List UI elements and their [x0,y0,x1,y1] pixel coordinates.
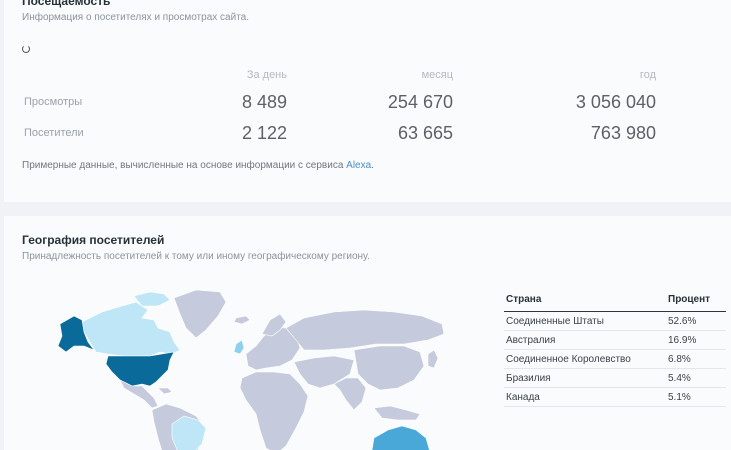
note-text: Примерные данные, вычисленные на основе … [22,160,347,171]
map-region-canada[interactable] [81,301,181,357]
column-header-year: год [639,69,656,81]
map-region-uk[interactable] [233,339,245,355]
map-region-caribbean[interactable] [157,387,173,395]
country-table-header: Страна Процент [504,290,726,312]
data-source-note: Примерные данные, вычисленные на основе … [22,160,374,171]
traffic-subtitle: Информация о посетителях и просмотрах са… [22,12,249,23]
visitors-day-value: 2 122 [241,123,287,143]
map-region-usa[interactable] [105,351,175,387]
country-name: Бразилия [504,368,666,388]
country-percent: 52.6% [666,311,726,331]
map-region-south-asia[interactable] [333,377,367,411]
country-name: Канада [504,387,666,407]
traffic-stats-table: За день месяц год Просмотры 8 489 254 67… [4,60,731,160]
country-percent: 16.9% [666,330,726,350]
world-map [57,289,445,450]
map-region-arctic-islands[interactable] [133,291,171,307]
country-name: Австралия [504,330,666,350]
table-row: Соединенное Королевство 6.8% [504,349,726,369]
column-header-month: месяц [421,69,453,81]
row-label-visitors: Посетители [24,127,84,139]
note-suffix: . [371,160,374,171]
country-percent: 5.4% [666,368,726,388]
column-header-day: За день [246,69,287,81]
views-month-value: 254 670 [387,92,453,112]
header-country: Страна [504,290,666,312]
geography-card: География посетителей Принадлежность пос… [4,216,731,450]
country-name: Соединенное Королевство [504,349,666,369]
table-row: Австралия 16.9% [504,330,726,350]
views-day-value: 8 489 [241,92,287,112]
traffic-title: Посещаемость [22,0,111,8]
map-region-australia[interactable] [371,425,430,450]
alexa-link[interactable]: Alexa [346,160,371,171]
geography-subtitle: Принадлежность посетителей к тому или ин… [22,251,370,262]
table-row: Бразилия 5.4% [504,368,726,388]
country-table: Страна Процент Соединенные Штаты 52.6% А… [504,290,726,407]
country-percent: 5.1% [666,387,726,407]
table-row: Соединенные Штаты 52.6% [504,311,726,331]
map-region-japan[interactable] [427,349,439,369]
visitors-month-value: 63 665 [397,123,453,143]
views-year-value: 3 056 040 [575,92,656,112]
header-percent: Процент [666,290,726,312]
map-region-east-asia[interactable] [353,345,425,391]
map-region-iceland[interactable] [233,315,251,325]
map-region-brazil[interactable] [171,415,207,450]
geography-title: География посетителей [22,233,165,247]
visitors-year-value: 763 980 [590,123,656,143]
map-region-greenland[interactable] [173,289,227,339]
loading-spinner-icon [22,45,30,53]
country-percent: 6.8% [666,349,726,369]
table-row: Канада 5.1% [504,387,726,407]
row-label-views: Просмотры [24,96,83,108]
map-region-indonesia[interactable] [373,405,421,421]
country-name: Соединенные Штаты [504,311,666,331]
map-region-africa[interactable] [239,371,309,450]
traffic-card: Посещаемость Информация о посетителях и … [4,0,731,202]
map-region-russia[interactable] [285,309,445,351]
